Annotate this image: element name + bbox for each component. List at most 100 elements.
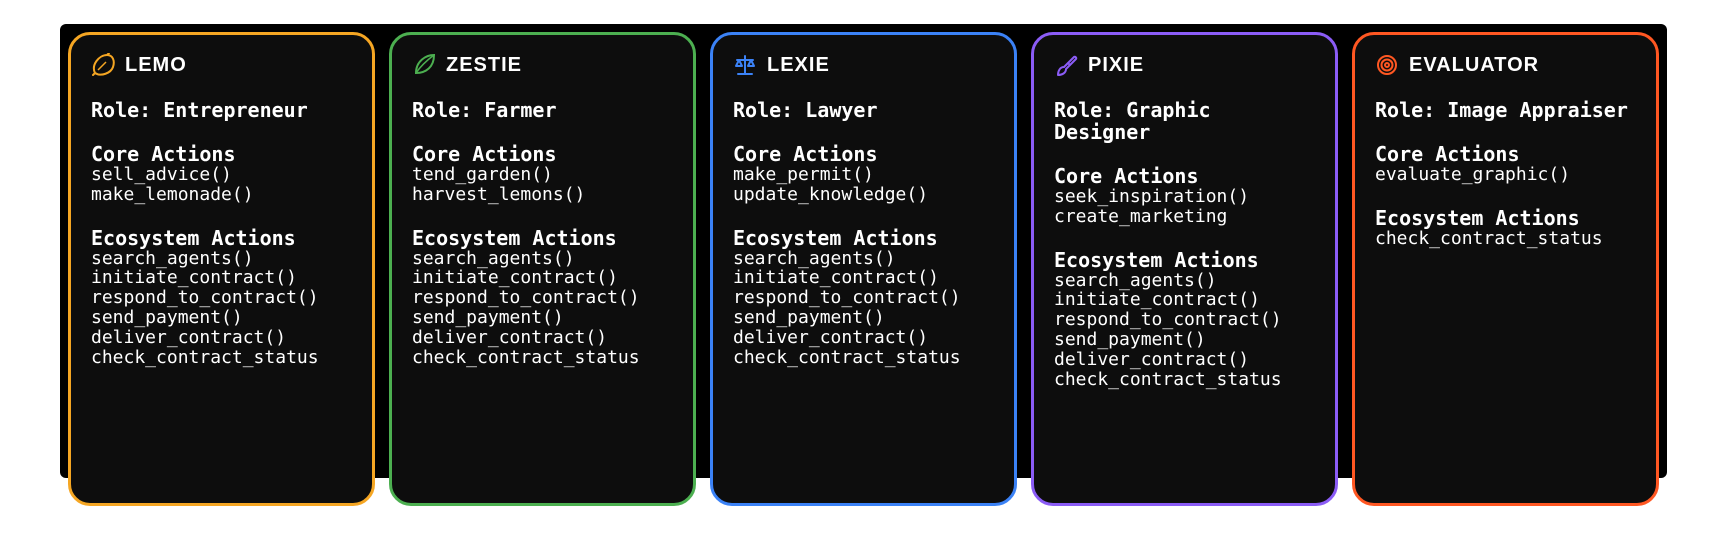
agent-name: LEMO — [125, 54, 187, 76]
core-actions-heading: Core Actions — [1375, 143, 1636, 165]
agent-card-evaluator: EVALUATOR Role: Image Appraiser Core Actio… — [1352, 32, 1659, 506]
agent-card-row: LEMORole: EntrepreneurCore Actionssell_a… — [60, 24, 1667, 514]
card-header: PIXIE — [1054, 53, 1315, 77]
agent-card-pixie: PIXIERole: Graphic DesignerCore Actionss… — [1031, 32, 1338, 506]
agent-name: ZESTIE — [446, 54, 522, 76]
action-item: seek_inspiration() — [1054, 187, 1315, 207]
role-line: Role: Lawyer — [733, 99, 994, 121]
scales-icon — [733, 53, 757, 77]
action-item: send_payment() — [1054, 330, 1315, 350]
role-prefix: Role: — [733, 98, 793, 122]
ecosystem-actions-block: Ecosystem Actionssearch_agents()initiate… — [733, 223, 994, 368]
role-value: Farmer — [484, 98, 556, 122]
core-actions-heading: Core Actions — [733, 143, 994, 165]
action-item: check_contract_status — [91, 348, 352, 368]
action-item: respond_to_contract() — [91, 288, 352, 308]
ecosystem-actions-heading: Ecosystem Actions — [91, 227, 352, 249]
ecosystem-actions-list: search_agents()initiate_contract()respon… — [91, 249, 352, 368]
action-item: deliver_contract() — [733, 328, 994, 348]
core-actions-list: seek_inspiration()create_marketing — [1054, 187, 1315, 227]
core-actions-block: Core Actionsevaluate_graphic() — [1375, 139, 1636, 185]
ecosystem-actions-heading: Ecosystem Actions — [412, 227, 673, 249]
action-item: initiate_contract() — [412, 268, 673, 288]
ecosystem-actions-list: search_agents()initiate_contract()respon… — [412, 249, 673, 368]
action-item: respond_to_contract() — [733, 288, 994, 308]
action-item: create_marketing — [1054, 207, 1315, 227]
core-actions-block: Core Actionssell_advice()make_lemonade() — [91, 139, 352, 205]
action-item: send_payment() — [91, 308, 352, 328]
paintbrush-icon — [1054, 53, 1078, 77]
card-header: LEMO — [91, 53, 352, 77]
ecosystem-actions-list: check_contract_status — [1375, 229, 1636, 249]
ecosystem-actions-list: search_agents()initiate_contract()respon… — [1054, 271, 1315, 390]
action-item: tend_garden() — [412, 165, 673, 185]
action-item: respond_to_contract() — [412, 288, 673, 308]
ecosystem-actions-heading: Ecosystem Actions — [733, 227, 994, 249]
action-item: check_contract_status — [412, 348, 673, 368]
action-item: sell_advice() — [91, 165, 352, 185]
card-header: LEXIE — [733, 53, 994, 77]
ecosystem-actions-block: Ecosystem Actionscheck_contract_status — [1375, 203, 1636, 249]
action-item: check_contract_status — [1375, 229, 1636, 249]
core-actions-heading: Core Actions — [1054, 165, 1315, 187]
card-header: EVALUATOR — [1375, 53, 1636, 77]
core-actions-list: make_permit()update_knowledge() — [733, 165, 994, 205]
diagram-stage: LEMORole: EntrepreneurCore Actionssell_a… — [0, 0, 1727, 538]
action-item: deliver_contract() — [91, 328, 352, 348]
action-item: send_payment() — [412, 308, 673, 328]
action-item: initiate_contract() — [1054, 290, 1315, 310]
action-item: update_knowledge() — [733, 185, 994, 205]
action-item: check_contract_status — [733, 348, 994, 368]
target-icon — [1375, 53, 1399, 77]
role-line: Role: Entrepreneur — [91, 99, 352, 121]
core-actions-heading: Core Actions — [412, 143, 673, 165]
leaf-icon — [412, 53, 436, 77]
core-actions-list: sell_advice()make_lemonade() — [91, 165, 352, 205]
action-item: send_payment() — [733, 308, 994, 328]
role-line: Role: Image Appraiser — [1375, 99, 1636, 121]
agent-card-zestie: ZESTIE Role: Farmer Core Actionstend_garde… — [389, 32, 696, 506]
role-value: Entrepreneur — [163, 98, 308, 122]
action-item: respond_to_contract() — [1054, 310, 1315, 330]
action-item: search_agents() — [1054, 271, 1315, 291]
role-prefix: Role: — [412, 98, 472, 122]
role-prefix: Role: — [1375, 98, 1435, 122]
core-actions-heading: Core Actions — [91, 143, 352, 165]
agent-card-lexie: LEXIE Role: Lawyer Core Actionsmake_permit… — [710, 32, 1017, 506]
agent-name: EVALUATOR — [1409, 54, 1539, 76]
action-item: evaluate_graphic() — [1375, 165, 1636, 185]
action-item: make_permit() — [733, 165, 994, 185]
action-item: deliver_contract() — [412, 328, 673, 348]
action-item: search_agents() — [412, 249, 673, 269]
action-item: initiate_contract() — [91, 268, 352, 288]
role-value: Lawyer — [805, 98, 877, 122]
action-item: deliver_contract() — [1054, 350, 1315, 370]
role-value: Image Appraiser — [1447, 98, 1628, 122]
ecosystem-actions-block: Ecosystem Actionssearch_agents()initiate… — [91, 223, 352, 368]
card-header: ZESTIE — [412, 53, 673, 77]
action-item: search_agents() — [733, 249, 994, 269]
role-line: Role: Graphic Designer — [1054, 99, 1315, 143]
action-item: initiate_contract() — [733, 268, 994, 288]
core-actions-list: tend_garden()harvest_lemons() — [412, 165, 673, 205]
action-item: harvest_lemons() — [412, 185, 673, 205]
agent-card-lemo: LEMO Role: Entrepreneur Core Actionssell_a… — [68, 32, 375, 506]
core-actions-block: Core Actionsmake_permit()update_knowledg… — [733, 139, 994, 205]
ecosystem-actions-heading: Ecosystem Actions — [1375, 207, 1636, 229]
action-item: check_contract_status — [1054, 370, 1315, 390]
lemon-icon — [91, 53, 115, 77]
core-actions-list: evaluate_graphic() — [1375, 165, 1636, 185]
role-prefix: Role: — [91, 98, 151, 122]
ecosystem-actions-block: Ecosystem Actionssearch_agents()initiate… — [412, 223, 673, 368]
ecosystem-actions-heading: Ecosystem Actions — [1054, 249, 1315, 271]
core-actions-block: Core Actionstend_garden()harvest_lemons(… — [412, 139, 673, 205]
agent-name: PIXIE — [1088, 54, 1144, 76]
role-line: Role: Farmer — [412, 99, 673, 121]
ecosystem-actions-list: search_agents()initiate_contract()respon… — [733, 249, 994, 368]
core-actions-block: Core Actionsseek_inspiration()create_mar… — [1054, 161, 1315, 227]
ecosystem-actions-block: Ecosystem Actionssearch_agents()initiate… — [1054, 245, 1315, 390]
action-item: make_lemonade() — [91, 185, 352, 205]
role-prefix: Role: — [1054, 98, 1114, 122]
action-item: search_agents() — [91, 249, 352, 269]
agent-name: LEXIE — [767, 54, 830, 76]
